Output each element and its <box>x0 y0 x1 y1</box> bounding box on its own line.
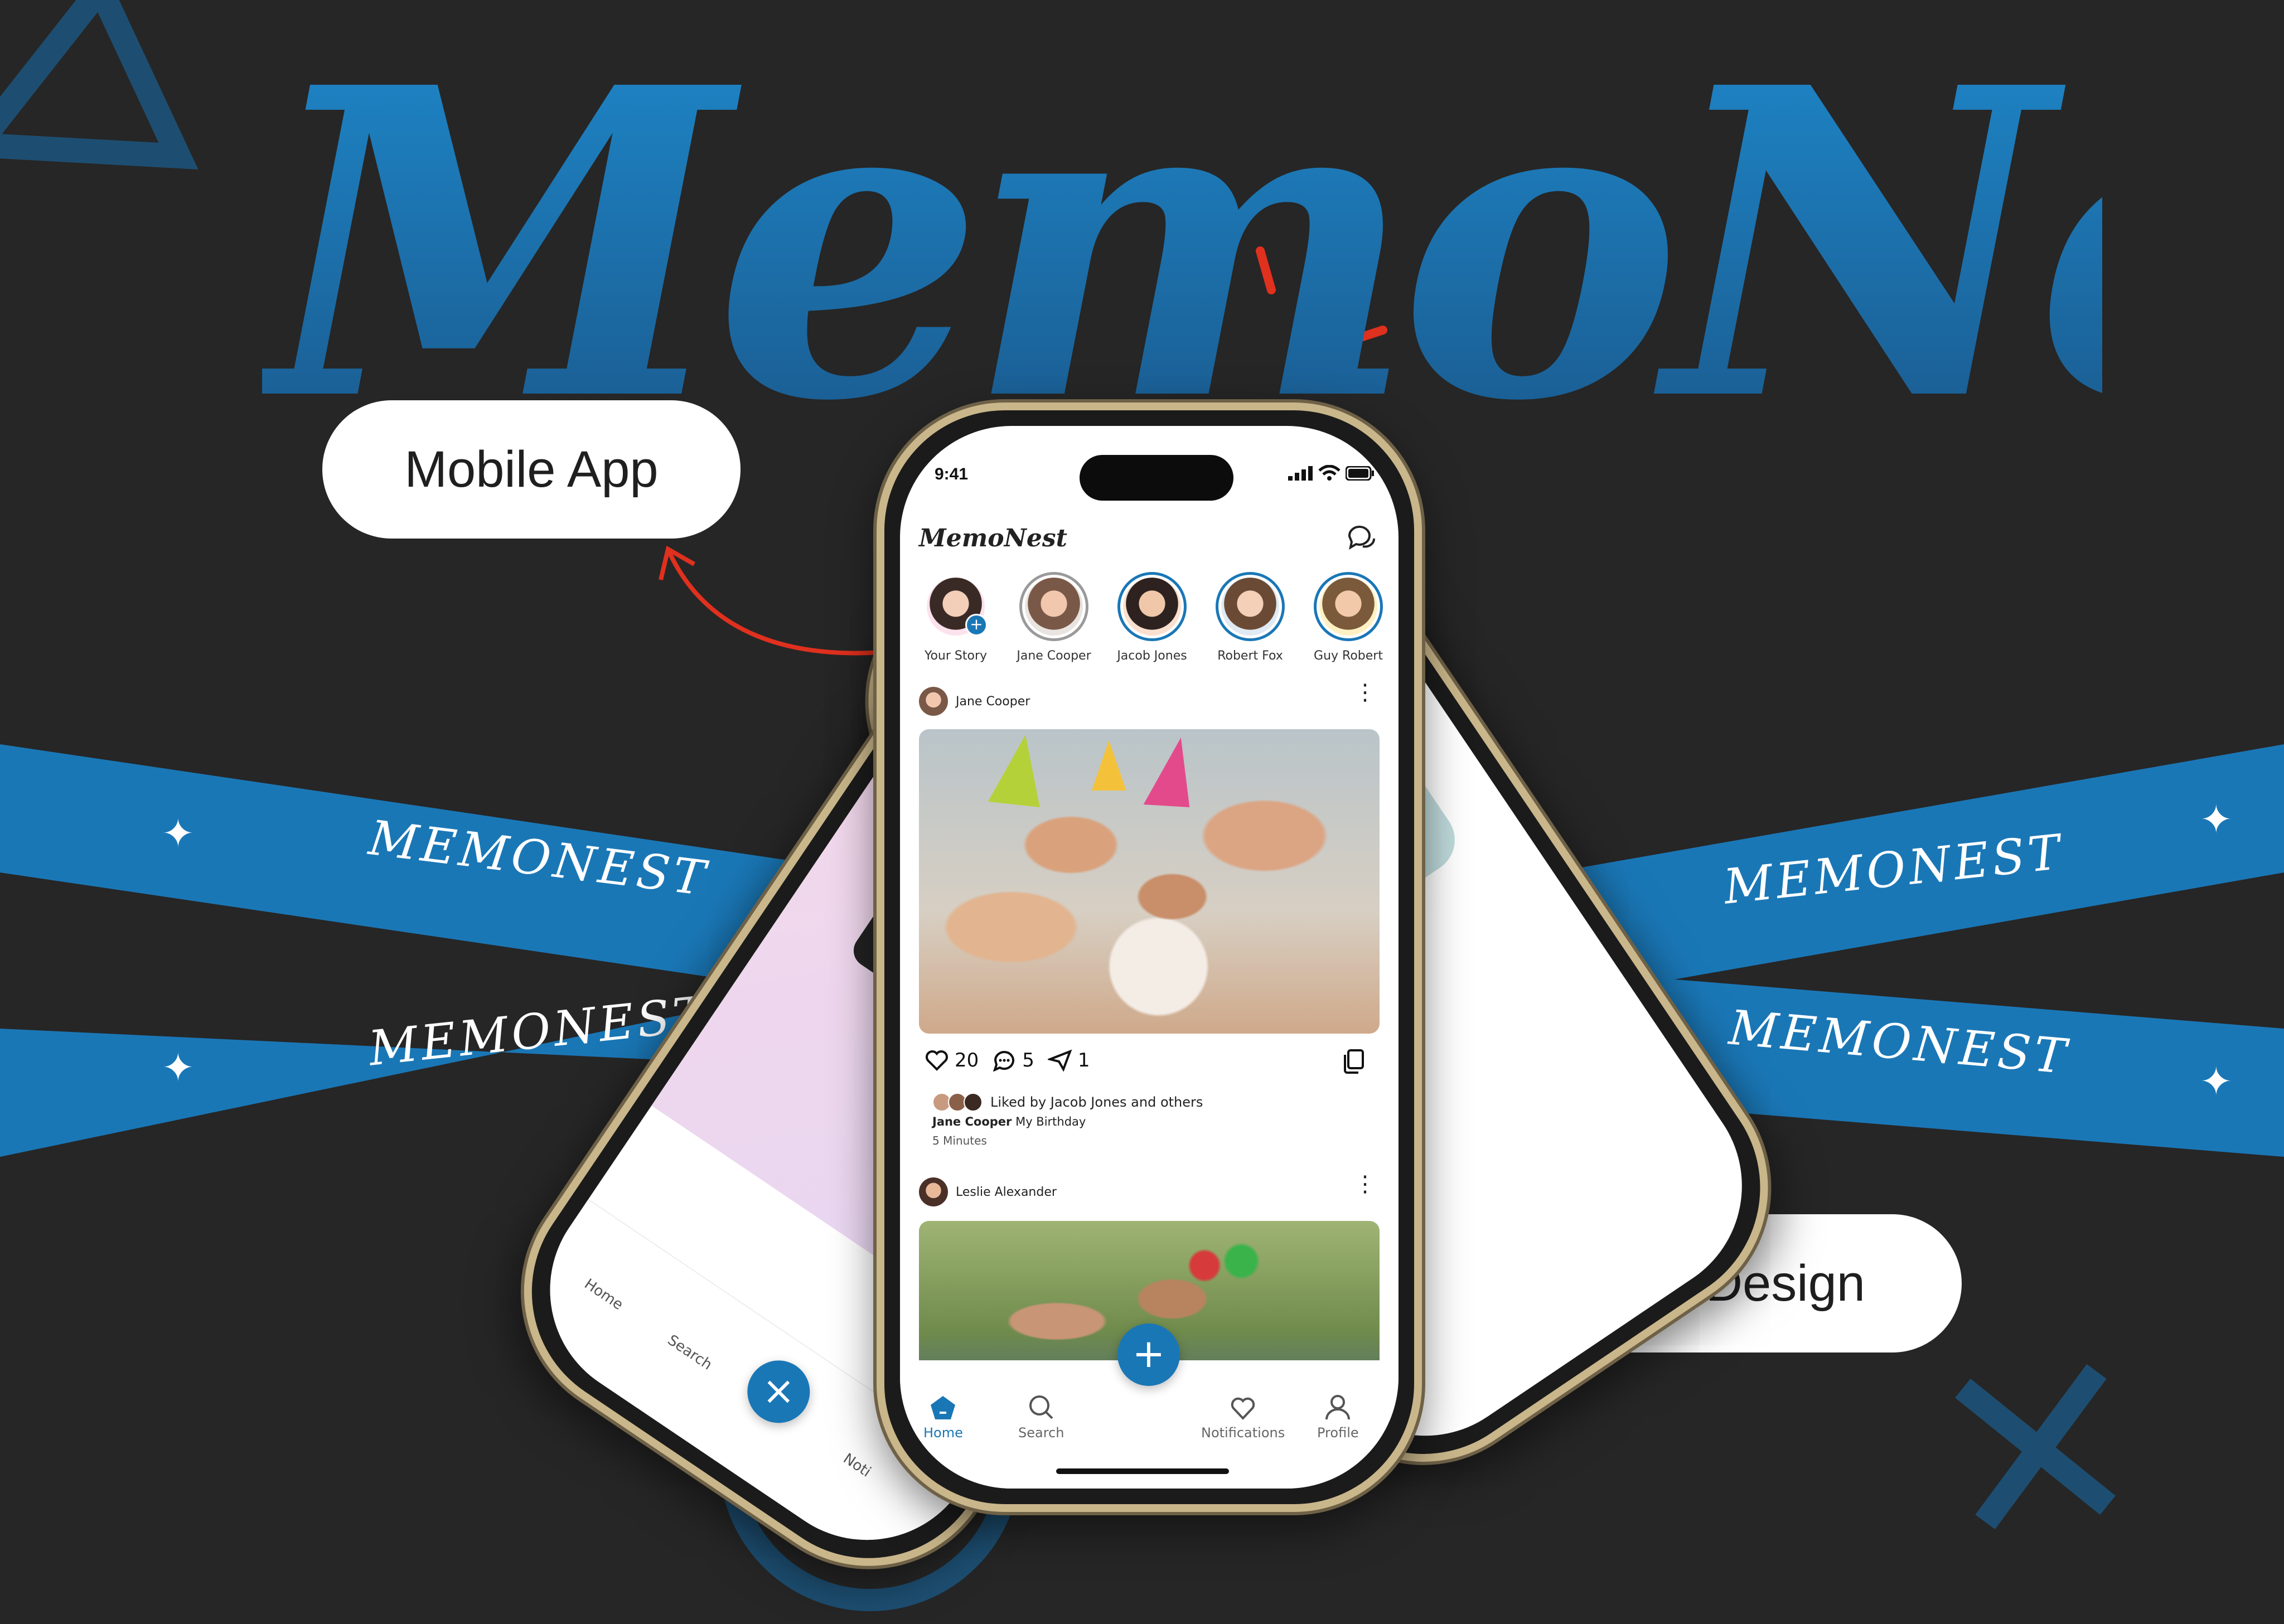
liked-by-row[interactable]: Liked by Jacob Jones and others <box>932 1093 1203 1112</box>
create-post-fab-button[interactable]: + <box>1117 1324 1180 1386</box>
triangle-outline-shape <box>0 0 199 170</box>
avatar[interactable] <box>919 1177 948 1206</box>
post-header: Leslie Alexander <box>919 1177 1057 1206</box>
story-ring <box>1019 572 1088 641</box>
story-label: Your Story <box>924 649 988 663</box>
share-count: 1 <box>1077 1049 1090 1072</box>
nav-label: Search <box>1018 1425 1064 1441</box>
post-author[interactable]: Jane Cooper <box>956 695 1030 709</box>
more-options-icon[interactable]: ⋮ <box>1354 1173 1376 1195</box>
story-label: Robert Fox <box>1217 649 1283 663</box>
caption-author[interactable]: Jane Cooper <box>932 1115 1012 1128</box>
nav-home[interactable]: Home <box>923 1395 963 1441</box>
avatar <box>1025 578 1083 636</box>
battery-icon <box>1345 466 1375 481</box>
avatar <box>1123 578 1181 636</box>
like-count: 20 <box>955 1049 979 1072</box>
status-time: 9:41 <box>935 465 969 483</box>
hero-title: MemoNest <box>262 0 2284 494</box>
comment-count: 5 <box>1022 1049 1034 1072</box>
post-caption: Jane Cooper My Birthday <box>932 1115 1086 1128</box>
sparkle-icon: ✦ <box>162 1045 195 1090</box>
home-indicator <box>1056 1468 1229 1474</box>
nav-label: Profile <box>1317 1425 1359 1441</box>
story-guy-robert[interactable]: Guy Robert <box>1309 572 1387 678</box>
sparkle-icon: ✦ <box>162 811 195 856</box>
arrow-to-mobile-app <box>667 551 882 656</box>
cross-shape <box>1955 1364 2116 1530</box>
main-phone: 9:41 MemoNest + Your Story Jane Cooper J… <box>877 403 1422 1512</box>
signal-icon <box>1288 466 1313 481</box>
story-jacob-jones[interactable]: Jacob Jones <box>1113 572 1191 678</box>
avatar <box>1319 578 1377 636</box>
sparkle-icon: ✦ <box>2200 797 2233 842</box>
story-ring: + <box>921 572 990 641</box>
avatar[interactable] <box>919 687 948 716</box>
story-ring <box>1216 572 1285 641</box>
sparkle-icon: ✦ <box>2200 1059 2233 1104</box>
comment-icon[interactable] <box>992 1049 1017 1072</box>
post-photo[interactable] <box>919 729 1380 1034</box>
story-ring <box>1314 572 1383 641</box>
share-icon[interactable] <box>1047 1049 1072 1072</box>
search-icon <box>1029 1395 1053 1419</box>
liked-by-text: Liked by Jacob Jones and others <box>990 1094 1203 1110</box>
story-label: Jane Cooper <box>1017 649 1091 663</box>
add-story-icon[interactable]: + <box>965 614 988 636</box>
party-hats <box>988 735 1190 807</box>
more-options-icon[interactable]: ⋮ <box>1354 681 1376 704</box>
collections-icon[interactable] <box>1341 1048 1367 1075</box>
main-phone-screen: 9:41 MemoNest + Your Story Jane Cooper J… <box>900 426 1399 1489</box>
story-your-story[interactable]: + Your Story <box>917 572 995 678</box>
story-jane-cooper[interactable]: Jane Cooper <box>1015 572 1093 678</box>
status-icons <box>1288 464 1375 485</box>
story-label: Jacob Jones <box>1117 649 1187 663</box>
dynamic-island <box>1080 455 1233 501</box>
nav-notifications[interactable]: Notifications <box>1201 1396 1285 1441</box>
stories-row: + Your Story Jane Cooper Jacob Jones Rob… <box>917 572 1387 678</box>
heart-icon[interactable] <box>925 1049 949 1072</box>
story-robert-fox[interactable]: Robert Fox <box>1211 572 1289 678</box>
nav-profile[interactable]: Profile <box>1317 1394 1359 1441</box>
home-pentagon-icon <box>931 1396 956 1419</box>
chat-bubbles-icon[interactable] <box>1346 524 1377 553</box>
app-logo: MemoNest <box>919 524 1067 552</box>
post-header: Jane Cooper <box>919 687 1030 716</box>
close-fab-button[interactable]: × <box>747 1360 810 1423</box>
mobile-app-pill: Mobile App <box>322 400 741 539</box>
story-ring <box>1117 572 1187 641</box>
wifi-icon <box>1318 464 1341 481</box>
caption-text: My Birthday <box>1015 1115 1086 1128</box>
avatar <box>1221 578 1279 636</box>
post-actions: 20 5 1 <box>925 1049 1104 1072</box>
story-label: Guy Robert <box>1314 649 1383 663</box>
post-time: 5 Minutes <box>932 1134 987 1147</box>
nav-search[interactable]: Search <box>1018 1394 1064 1441</box>
nav-label: Notifications <box>1201 1425 1285 1441</box>
heart-icon <box>1231 1397 1255 1420</box>
avatar <box>964 1093 983 1112</box>
post-author[interactable]: Leslie Alexander <box>956 1185 1057 1199</box>
profile-icon <box>1325 1395 1351 1420</box>
nav-label: Home <box>923 1425 963 1441</box>
